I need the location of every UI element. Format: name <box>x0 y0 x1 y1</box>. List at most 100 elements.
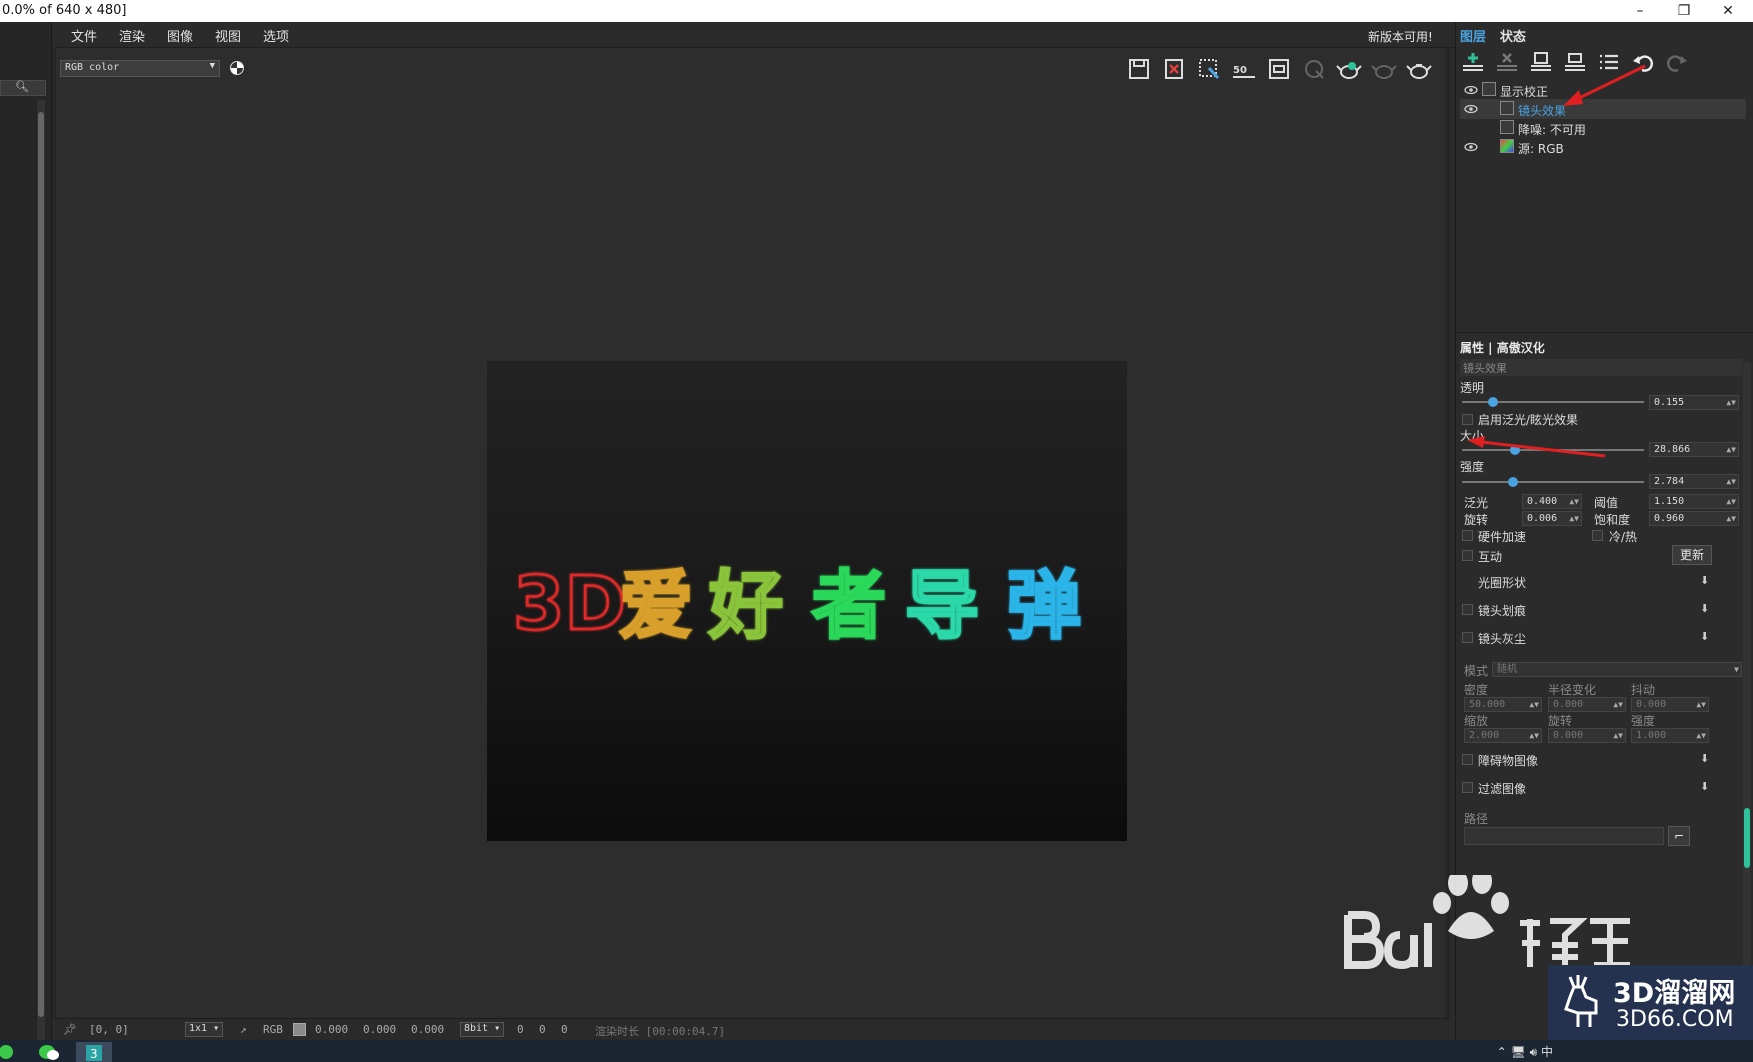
minimize-icon[interactable]: – <box>1620 0 1660 22</box>
update-button[interactable]: 更新 <box>1672 545 1712 565</box>
render-char-dao: 导 <box>905 563 979 649</box>
rotation-value[interactable]: 0.006 ▲▼ <box>1522 511 1582 526</box>
intensity-slider[interactable] <box>1462 477 1644 487</box>
close-icon[interactable]: ✕ <box>1708 0 1748 22</box>
threshold-value[interactable]: 1.150 ▲▼ <box>1649 494 1739 509</box>
right-splitter[interactable] <box>1446 48 1450 1018</box>
layer-name: 源: RGB <box>1518 142 1564 156</box>
scroll-thumb[interactable] <box>38 112 44 1017</box>
interactive-checkbox[interactable] <box>1462 550 1473 561</box>
path-input[interactable] <box>1464 827 1664 845</box>
rgb-source-icon <box>1500 139 1514 153</box>
hw-accel-label: 硬件加速 <box>1478 530 1527 544</box>
hw-accel-checkbox[interactable] <box>1462 530 1473 541</box>
eyedropper-icon[interactable]: ↗ <box>240 1023 247 1036</box>
system-tray[interactable]: ⌃ 🖥︎ 🔊︎ 中 <box>1497 1043 1553 1060</box>
zoom-50-icon[interactable]: 50 <box>1231 56 1257 82</box>
aperture-label[interactable]: 光圈形状 <box>1478 574 1526 591</box>
menu-options[interactable]: 选项 <box>263 26 289 45</box>
saturation-label: 饱和度 <box>1594 513 1631 527</box>
mode-select[interactable]: 随机 ▼ <box>1492 662 1742 677</box>
filter-checkbox[interactable] <box>1462 782 1473 793</box>
panel-tabs: 图层 状态 <box>1460 26 1536 46</box>
region-select-icon[interactable] <box>1196 56 1222 82</box>
value-b: 0.000 <box>411 1023 445 1036</box>
3dsmax-icon[interactable]: 3 <box>76 1042 112 1062</box>
radius-var-value[interactable]: 0.000 ▲▼ <box>1548 697 1626 712</box>
bloom-value[interactable]: 0.400 ▲▼ <box>1522 494 1582 509</box>
saturation-value[interactable]: 0.960 ▲▼ <box>1649 511 1739 526</box>
save-icon[interactable] <box>1126 56 1152 82</box>
size-value[interactable]: 28.866 ▲▼ <box>1649 442 1739 457</box>
jitter-value-text: 0.000 <box>1636 699 1667 710</box>
properties-scrollbar[interactable] <box>1743 363 1751 1003</box>
render-char-ai: 爱 <box>619 563 693 649</box>
tab-layers[interactable]: 图层 <box>1460 26 1486 45</box>
render-char-zhe: 者 <box>812 563 886 649</box>
redo-icon[interactable] <box>1664 50 1690 76</box>
browse-button[interactable]: ⌐ <box>1668 826 1690 846</box>
bit-depth-select[interactable]: 8bit ▾ <box>460 1022 505 1037</box>
chevron-down-icon[interactable]: ⬇︎ <box>1700 574 1709 587</box>
wechat-icon[interactable] <box>38 1042 60 1062</box>
coord-readout: [0, 0] <box>89 1023 129 1036</box>
opacity-knob[interactable] <box>1487 397 1498 407</box>
menu-image[interactable]: 图像 <box>167 26 193 45</box>
tab-state[interactable]: 状态 <box>1500 26 1526 45</box>
scale-label: 缩放 <box>1464 714 1489 728</box>
bloom-label: 泛光 <box>1464 496 1489 510</box>
scale-value[interactable]: 2.000 ▲▼ <box>1464 728 1542 743</box>
strength-value[interactable]: 1.000 ▲▼ <box>1631 728 1709 743</box>
eye-icon[interactable] <box>1464 140 1478 154</box>
teapot-region-icon[interactable] <box>1371 56 1397 82</box>
opacity-value[interactable]: 0.155 ▲▼ <box>1649 395 1739 410</box>
menu-view[interactable]: 视图 <box>215 26 241 45</box>
obstacle-checkbox[interactable] <box>1462 754 1473 765</box>
strength-label: 强度 <box>1631 714 1656 728</box>
brand-name-cn: 3D溜溜网 <box>1613 978 1736 1009</box>
update-notice[interactable]: 新版本可用! <box>1368 28 1433 45</box>
teapot-icon[interactable] <box>1406 56 1432 82</box>
frame-icon[interactable] <box>1266 56 1292 82</box>
cold-hot-checkbox[interactable] <box>1592 530 1603 541</box>
taskbar-app-icon[interactable] <box>0 1042 22 1062</box>
search-box[interactable]: 🔍︎ <box>0 80 46 96</box>
left-splitter[interactable] <box>52 48 56 1018</box>
rotation2-value[interactable]: 0.000 ▲▼ <box>1548 728 1626 743</box>
intensity-value[interactable]: 2.784 ▲▼ <box>1649 474 1739 489</box>
clear-icon[interactable] <box>1161 56 1187 82</box>
channel-select[interactable]: RGB color ▼ <box>60 60 220 77</box>
color-picker-icon[interactable] <box>230 61 244 75</box>
layer-item-denoise[interactable]: 降噪: 不可用 <box>1460 118 1746 138</box>
svg-text:3: 3 <box>90 1047 98 1061</box>
pin-icon[interactable]: 📌︎ <box>63 1023 77 1036</box>
density-value[interactable]: 50.000 ▲▼ <box>1464 697 1542 712</box>
chevron-down-icon[interactable]: ⬇︎ <box>1700 630 1709 643</box>
app-window: 0.0% of 640 x 480] – ❐ ✕ 🔍︎ 文件 渲染 图像 视图 … <box>0 0 1753 1062</box>
jitter-label: 抖动 <box>1631 683 1656 697</box>
menu-render[interactable]: 渲染 <box>119 26 145 45</box>
teapot-render-icon[interactable] <box>1336 56 1362 82</box>
scratches-checkbox[interactable] <box>1462 604 1473 615</box>
render-char-dan: 弹 <box>1007 563 1081 649</box>
chevron-down-icon[interactable]: ⬇︎ <box>1700 602 1709 615</box>
jitter-value[interactable]: 0.000 ▲▼ <box>1631 697 1709 712</box>
enable-bloom-checkbox[interactable] <box>1462 414 1473 425</box>
opacity-slider[interactable] <box>1462 397 1644 407</box>
render-time: 渲染时长 [00:00:04.7] <box>595 1025 726 1038</box>
search-icon: 🔍︎ <box>15 80 29 93</box>
chevron-down-icon[interactable]: ⬇︎ <box>1700 752 1709 765</box>
value-r: 0.000 <box>315 1023 349 1036</box>
brand-name-en: 3D66.COM <box>1616 1007 1734 1032</box>
left-scrollbar[interactable] <box>36 100 45 1040</box>
ratio-select[interactable]: 1x1 ▾ <box>185 1022 224 1037</box>
chevron-down-icon[interactable]: ⬇︎ <box>1700 780 1709 793</box>
scroll-thumb[interactable] <box>1744 808 1750 868</box>
cursor-icon[interactable] <box>1301 56 1327 82</box>
annotation-arrow-icon <box>1563 64 1646 106</box>
restore-icon[interactable]: ❐ <box>1664 0 1704 22</box>
intensity-knob[interactable] <box>1507 477 1518 487</box>
layer-item-source-rgb[interactable]: 源: RGB <box>1460 137 1746 157</box>
dust-checkbox[interactable] <box>1462 632 1473 643</box>
menu-file[interactable]: 文件 <box>71 26 97 45</box>
